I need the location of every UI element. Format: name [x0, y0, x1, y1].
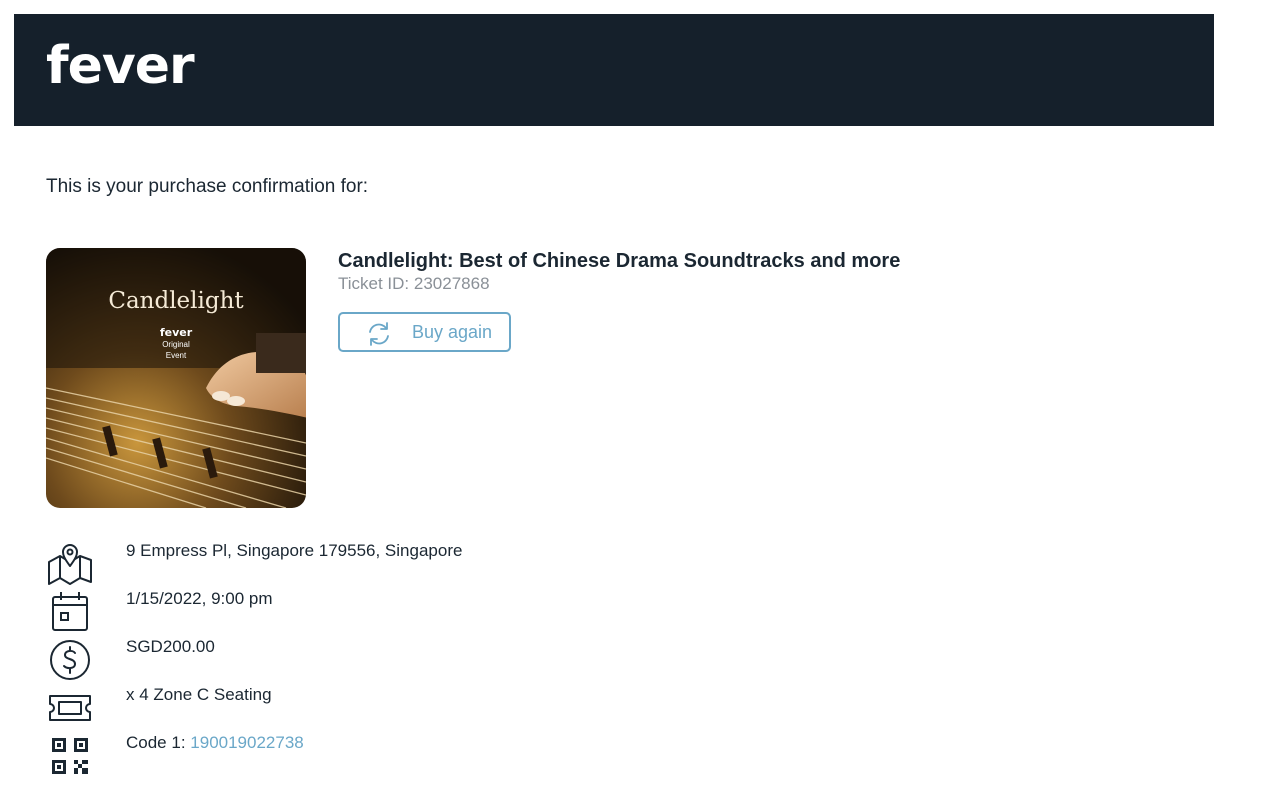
ticket-id-value: 23027868 [413, 274, 490, 293]
image-brand-title: Candlelight [108, 288, 244, 314]
buy-again-label: Buy again [412, 322, 493, 342]
qr-code-icon [52, 738, 88, 774]
ticket-id: Ticket ID: 23027868 [338, 274, 490, 294]
ticket-code: Code 1: 190019022738 [126, 733, 304, 753]
ticket-quantity: x 4 Zone C Seating [126, 685, 272, 704]
image-badge-line1: Original [162, 340, 190, 349]
event-image[interactable]: Candlelight fever Original Event [46, 248, 306, 508]
map-icon [48, 544, 92, 585]
fever-logo[interactable]: fever [46, 40, 195, 92]
refresh-icon [369, 322, 389, 346]
ticket-code-label: Code 1: [126, 733, 186, 752]
ticket-id-label: Ticket ID: [338, 274, 410, 293]
event-title[interactable]: Candlelight: Best of Chinese Drama Sound… [338, 250, 900, 273]
event-address: 9 Empress Pl, Singapore 179556, Singapor… [126, 541, 463, 560]
ticket-code-link[interactable]: 190019022738 [190, 733, 303, 752]
event-datetime: 1/15/2022, 9:00 pm [126, 589, 273, 608]
purchase-intro-text: This is your purchase confirmation for: [46, 176, 369, 197]
buy-again-button[interactable]: Buy again [338, 312, 511, 352]
image-badge-brand: fever [159, 326, 193, 339]
header-bar: fever [14, 14, 1214, 126]
ticket-icon [49, 695, 91, 721]
event-price: SGD200.00 [126, 637, 215, 656]
image-badge-line2: Event [165, 351, 187, 360]
dollar-icon [50, 640, 90, 680]
calendar-icon [52, 592, 88, 631]
